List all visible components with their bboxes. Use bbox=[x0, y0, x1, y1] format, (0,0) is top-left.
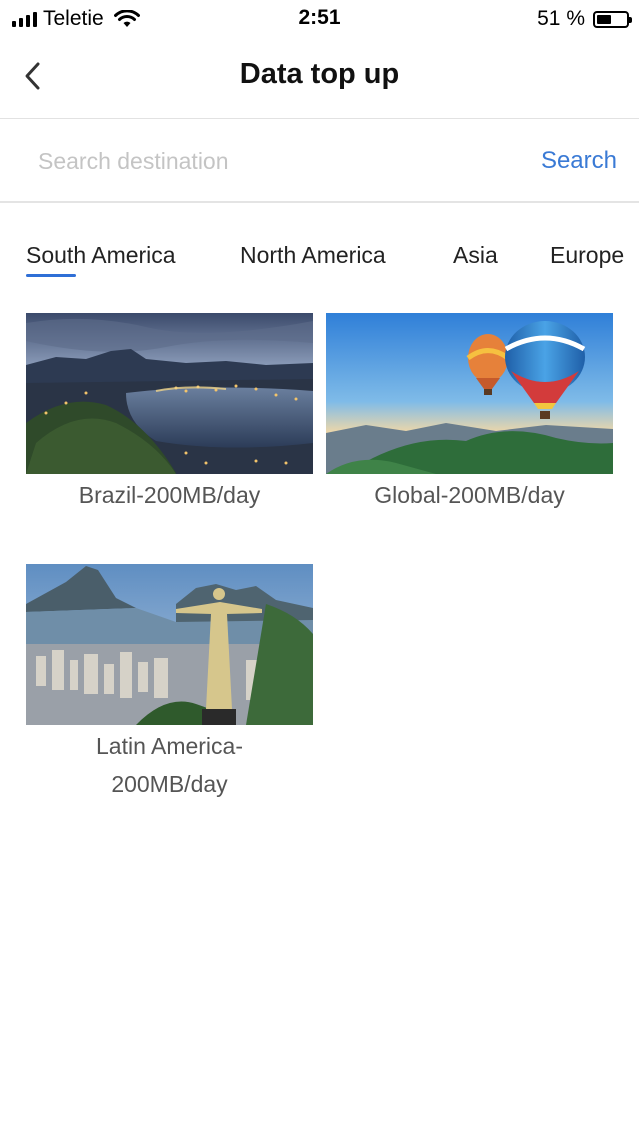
destination-label-line2: 200MB/day bbox=[111, 771, 228, 797]
rio-night-bay-photo bbox=[26, 313, 313, 474]
destination-label-line1: Latin America- bbox=[95, 733, 243, 759]
search-button[interactable]: Search bbox=[541, 147, 617, 175]
status-bar: Teletie 2:51 51 % bbox=[0, 0, 639, 38]
destination-label: Brazil-200MB/day bbox=[78, 482, 261, 508]
destination-label: Latin America- 200MB/day bbox=[26, 727, 313, 803]
region-tabs: South America North America Asia Europe bbox=[0, 238, 639, 288]
battery-level-fill bbox=[597, 14, 612, 24]
destination-label: Global-200MB/day bbox=[374, 482, 565, 508]
battery-icon bbox=[593, 10, 632, 28]
tab-europe[interactable]: Europe bbox=[550, 242, 624, 269]
tab-north-america[interactable]: North America bbox=[240, 242, 386, 269]
tab-asia[interactable]: Asia bbox=[453, 242, 498, 269]
status-right: 51 % bbox=[537, 7, 632, 31]
tab-south-america[interactable]: South America bbox=[26, 242, 176, 269]
search-input[interactable] bbox=[38, 141, 498, 181]
battery-percent: 51 % bbox=[537, 7, 585, 30]
christ-redeemer-photo bbox=[26, 564, 313, 725]
tab-selected-indicator bbox=[26, 274, 76, 277]
hot-air-balloons-photo bbox=[326, 313, 613, 474]
search-bar: Search bbox=[0, 119, 639, 203]
destination-card-global[interactable]: Global-200MB/day bbox=[326, 313, 613, 514]
nav-bar: Data top up bbox=[0, 38, 639, 119]
destination-card-brazil[interactable]: Brazil-200MB/day bbox=[26, 313, 313, 514]
destination-card-latin-america[interactable]: Latin America- 200MB/day bbox=[26, 564, 313, 803]
page-title: Data top up bbox=[239, 58, 400, 90]
